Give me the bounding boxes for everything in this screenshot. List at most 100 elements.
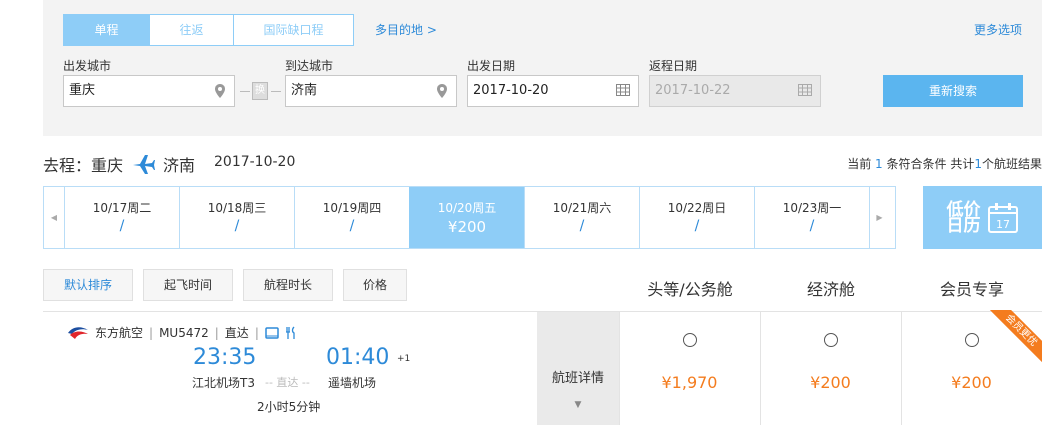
to-city-value: 济南 xyxy=(291,83,318,98)
flight-info: 东方航空 | MU5472 | 直达 | 23:35 01:40 +1 江北机场… xyxy=(43,312,537,425)
arrive-time: 01:40 xyxy=(326,345,390,370)
route-to: 济南 xyxy=(163,156,196,175)
trip-type-tabs: 单程 往返 国际缺口程 xyxy=(63,14,354,46)
date-label: 10/18周三 xyxy=(207,201,267,215)
date-label: 10/17周二 xyxy=(92,201,152,215)
prev-dates-arrow-icon[interactable]: ◀ xyxy=(44,187,64,248)
fare-member: 会员更优 ¥200 xyxy=(901,310,1042,425)
swap-line-right xyxy=(271,91,281,92)
tab-open-jaw[interactable]: 国际缺口程 xyxy=(234,15,353,45)
flight-row: 东方航空 | MU5472 | 直达 | 23:35 01:40 +1 江北机场… xyxy=(43,310,1042,425)
date-price: / xyxy=(119,218,125,234)
date-cell[interactable]: 10/21周六 / xyxy=(524,187,639,248)
flight-detail-label: 航班详情 xyxy=(551,371,604,386)
route-prefix: 去程： xyxy=(43,156,92,175)
fare-radio[interactable] xyxy=(682,333,697,347)
date-cell[interactable]: 10/23周一 / xyxy=(754,187,869,248)
date-cell[interactable]: 10/19周四 / xyxy=(294,187,409,248)
from-city-label: 出发城市 xyxy=(63,59,112,73)
fare-price: ¥200 xyxy=(951,373,992,392)
separator: | xyxy=(214,325,219,340)
to-city-label: 到达城市 xyxy=(285,59,334,73)
result-count-text: 条符合条件 共计 xyxy=(886,157,975,171)
depart-time: 23:35 xyxy=(193,345,257,370)
result-count-number: 1 xyxy=(875,157,883,171)
swap-cities-button[interactable]: 换 xyxy=(252,82,268,100)
next-day-indicator: +1 xyxy=(397,354,411,364)
search-panel: 单程 往返 国际缺口程 多目的地 > 更多选项 出发城市 重庆 换 到达城市 济… xyxy=(43,0,1042,136)
tab-round-trip[interactable]: 往返 xyxy=(150,15,234,45)
research-button[interactable]: 重新搜索 xyxy=(883,75,1023,107)
swap-line-left xyxy=(240,91,250,92)
flight-detail-toggle[interactable]: 航班详情 ▼ xyxy=(537,312,619,425)
result-total-number: 1 xyxy=(974,157,982,171)
tab-one-way[interactable]: 单程 xyxy=(64,15,150,45)
date-cell[interactable]: 10/17周二 / xyxy=(64,187,179,248)
calendar-icon xyxy=(798,84,812,96)
sort-price-button[interactable]: 价格 xyxy=(343,269,407,301)
airplane-icon xyxy=(133,155,156,174)
date-label: 10/23周一 xyxy=(782,201,842,215)
flight-type: 直达 xyxy=(224,326,249,340)
date-label: 10/22周日 xyxy=(667,201,727,215)
low-price-calendar-button[interactable]: 低价 日历 17 xyxy=(923,186,1042,249)
fare-first-class: ¥1,970 xyxy=(619,312,759,425)
meal-tray-icon xyxy=(265,326,279,339)
route-date: 2017-10-20 xyxy=(214,154,296,170)
to-city-input[interactable]: 济南 xyxy=(285,75,457,107)
sort-default-button[interactable]: 默认排序 xyxy=(43,269,133,301)
location-pin-icon xyxy=(437,84,447,98)
from-city-value: 重庆 xyxy=(69,83,96,98)
depart-date-input[interactable]: 2017-10-20 xyxy=(467,75,639,107)
result-count-text: 个航班结果 xyxy=(981,157,1042,171)
fare-radio[interactable] xyxy=(823,333,838,347)
separator: | xyxy=(149,325,154,340)
date-price: / xyxy=(234,218,240,234)
result-count-text: 当前 xyxy=(847,157,872,171)
return-date-input[interactable]: 2017-10-22 xyxy=(649,75,821,107)
fare-economy: ¥200 xyxy=(760,312,900,425)
sort-depart-time-button[interactable]: 起飞时间 xyxy=(143,269,233,301)
date-cell-selected[interactable]: 10/20周五 ¥200 xyxy=(409,187,524,248)
date-cell[interactable]: 10/18周三 / xyxy=(179,187,294,248)
chevron-down-icon: ▼ xyxy=(574,400,582,410)
arrive-airport: 遥墙机场 xyxy=(328,376,377,390)
location-pin-icon xyxy=(215,84,225,98)
date-label: 10/21周六 xyxy=(552,201,612,215)
date-label: 10/20周五 xyxy=(437,201,497,215)
sort-duration-button[interactable]: 航程时长 xyxy=(243,269,333,301)
from-city-input[interactable]: 重庆 xyxy=(63,75,235,107)
class-header-member: 会员专享 xyxy=(939,280,1004,299)
low-price-calendar-label: 低价 日历 xyxy=(946,201,981,236)
date-price: / xyxy=(349,218,355,234)
direct-label: -- 直达 -- xyxy=(265,376,310,389)
fare-price: ¥200 xyxy=(810,373,851,392)
date-price: / xyxy=(579,218,585,234)
route-from: 重庆 xyxy=(91,156,124,175)
calendar-day: 17 xyxy=(996,218,1010,231)
fork-knife-icon xyxy=(285,326,295,339)
route-summary: 去程： 重庆 济南 xyxy=(43,152,195,176)
class-header-first: 头等/公务舱 xyxy=(647,280,733,299)
fare-radio[interactable] xyxy=(964,333,979,347)
more-options-link[interactable]: 更多选项 xyxy=(974,21,1022,38)
calendar-icon: 17 xyxy=(987,202,1018,233)
depart-date-label: 出发日期 xyxy=(467,59,516,73)
airline-info: 东方航空 | MU5472 | 直达 | xyxy=(67,324,297,341)
flight-number: MU5472 xyxy=(159,325,209,340)
separator: | xyxy=(254,325,259,340)
class-header-economy: 经济舱 xyxy=(806,280,855,299)
result-count: 当前 1 条符合条件 共计1个航班结果 xyxy=(847,155,1042,172)
member-badge: 会员更优 xyxy=(985,310,1042,368)
depart-airport: 江北机场T3 xyxy=(192,376,255,390)
member-badge-text: 会员更优 xyxy=(987,310,1042,365)
airline-name: 东方航空 xyxy=(95,326,144,340)
date-price: ¥200 xyxy=(447,218,487,236)
next-dates-arrow-icon[interactable]: ▶ xyxy=(869,187,889,248)
calendar-line2: 日历 xyxy=(946,215,981,236)
date-label: 10/19周四 xyxy=(322,201,382,215)
return-date-label: 返程日期 xyxy=(649,59,698,73)
date-cell[interactable]: 10/22周日 / xyxy=(639,187,754,248)
multi-destination-link[interactable]: 多目的地 > xyxy=(375,21,437,38)
return-date-value: 2017-10-22 xyxy=(655,83,731,98)
